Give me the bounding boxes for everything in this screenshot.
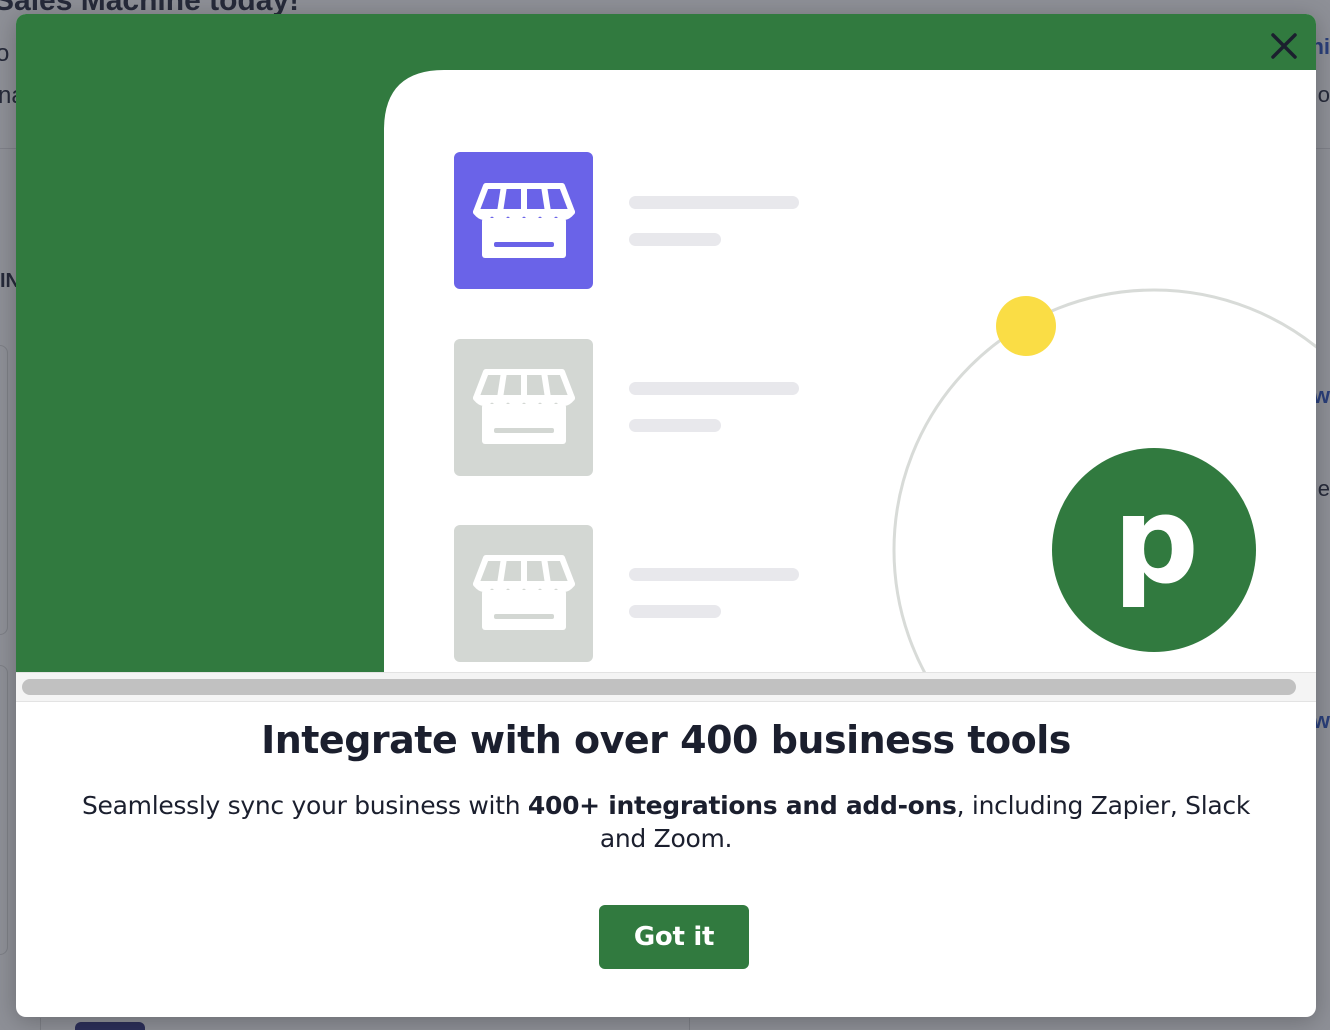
background-card	[0, 665, 8, 955]
placeholder-line	[629, 233, 721, 246]
integrations-modal: p Integrate with over 400 business tools…	[16, 14, 1316, 1017]
description-highlight: 400+ integrations and add-ons	[527, 791, 957, 820]
close-icon	[1271, 33, 1297, 59]
storefront-icon	[454, 339, 593, 476]
background-card	[0, 345, 8, 635]
modal-title: Integrate with over 400 business tools	[261, 718, 1071, 762]
placeholder-line	[629, 419, 721, 432]
scrollbar-thumb[interactable]	[22, 679, 1296, 695]
background-text-fragment: e	[1317, 476, 1330, 501]
placeholder-line	[629, 382, 799, 395]
modal-description: Seamlessly sync your business with 400+ …	[76, 789, 1256, 855]
background-text-fragment: o	[1317, 82, 1330, 107]
got-it-button[interactable]: Got it	[599, 905, 749, 969]
storefront-icon	[454, 152, 593, 289]
placeholder-line	[629, 605, 721, 618]
placeholder-line	[629, 196, 799, 209]
pipedrive-logo-letter: p	[1113, 472, 1199, 611]
placeholder-line	[629, 568, 799, 581]
description-text: Seamlessly sync your business with	[81, 791, 528, 820]
close-button[interactable]	[1266, 28, 1302, 64]
orbit-dot	[996, 296, 1056, 356]
hero-illustration: p	[16, 14, 1316, 672]
storefront-icon	[454, 525, 593, 662]
horizontal-scrollbar[interactable]	[16, 672, 1316, 702]
background-button	[75, 1022, 145, 1030]
